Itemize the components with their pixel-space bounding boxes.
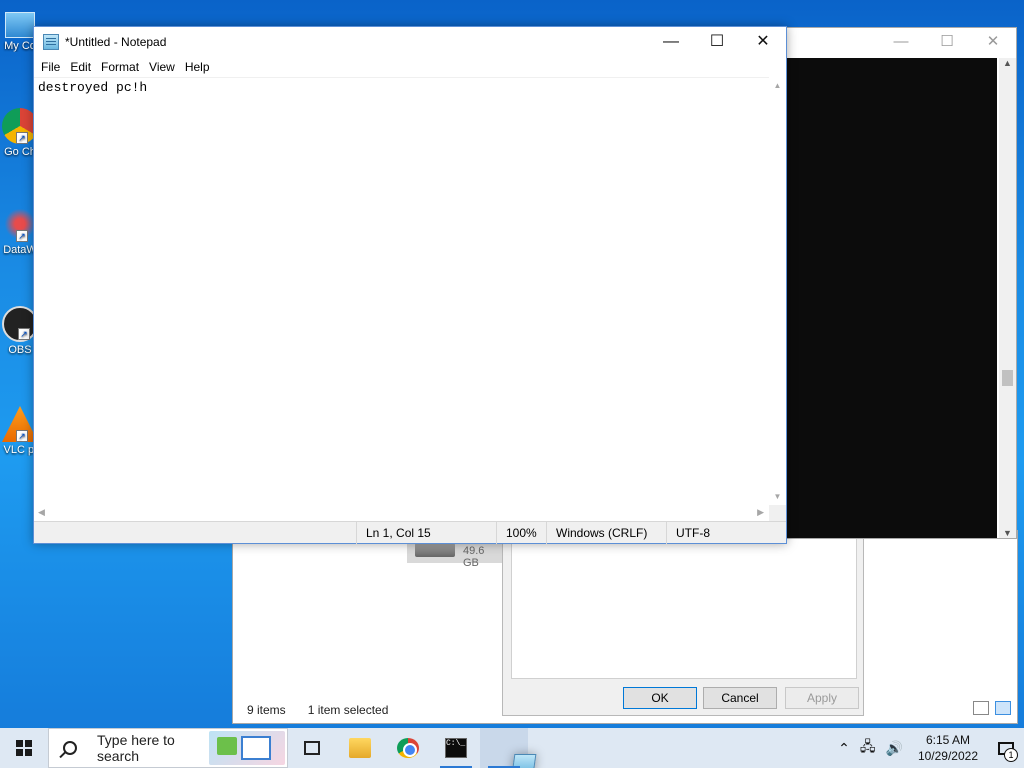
- scroll-left-icon[interactable]: ◀: [38, 507, 45, 518]
- chrome-icon: [397, 738, 419, 758]
- console-scrollbar[interactable]: ▲ ▼: [999, 58, 1016, 538]
- search-highlight-icon[interactable]: [209, 731, 285, 765]
- computer-icon: [5, 12, 35, 38]
- notification-center-button[interactable]: 1: [988, 728, 1024, 768]
- menu-bar: File Edit Format View Help: [34, 57, 786, 77]
- file-explorer-button[interactable]: [336, 728, 384, 768]
- search-icon: [63, 741, 77, 755]
- notepad-icon: [511, 754, 537, 768]
- notepad-window: *Untitled - Notepad — ☐ ✕ File Edit Form…: [33, 26, 787, 544]
- menu-file[interactable]: File: [36, 60, 65, 74]
- shortcut-arrow-icon: ↗: [16, 230, 28, 242]
- scroll-thumb[interactable]: [1002, 370, 1013, 386]
- search-box[interactable]: Type here to search: [48, 728, 288, 768]
- console-window: — ☐ ✕ ▲ ▼: [772, 27, 1017, 539]
- shortcut-arrow-icon: ↗: [16, 132, 28, 144]
- task-view-button[interactable]: [288, 728, 336, 768]
- maximize-icon[interactable]: ☐: [924, 28, 970, 58]
- large-icons-view-icon[interactable]: [995, 701, 1011, 715]
- taskbar: Type here to search C:\_ ⌃ 🖧 🔊 6:15 AM 1…: [0, 728, 1024, 768]
- scrollbar-corner: [769, 505, 786, 522]
- item-count: 9 items: [247, 703, 286, 717]
- selection-count: 1 item selected: [307, 703, 389, 717]
- scroll-down-icon[interactable]: ▼: [769, 492, 786, 501]
- editor-area: [34, 77, 770, 505]
- shortcut-arrow-icon: ↗: [18, 328, 30, 340]
- line-endings: Windows (CRLF): [546, 522, 666, 544]
- notification-count: 1: [1004, 748, 1018, 762]
- menu-format[interactable]: Format: [96, 60, 144, 74]
- console-titlebar: — ☐ ✕: [773, 28, 1016, 58]
- menu-view[interactable]: View: [144, 60, 180, 74]
- maximize-icon[interactable]: ☐: [694, 27, 740, 57]
- zoom-level: 100%: [496, 522, 546, 544]
- scroll-up-icon[interactable]: ▲: [999, 58, 1016, 68]
- properties-content-panel: [511, 537, 857, 679]
- network-icon[interactable]: 🖧: [855, 736, 881, 760]
- window-title: *Untitled - Notepad: [65, 35, 167, 49]
- encoding: UTF-8: [666, 522, 786, 544]
- terminal-icon: C:\_: [445, 738, 467, 758]
- task-view-icon: [304, 741, 320, 755]
- shortcut-arrow-icon: ↗: [16, 430, 28, 442]
- clock[interactable]: 6:15 AM 10/29/2022: [908, 732, 988, 764]
- ok-button[interactable]: OK: [623, 687, 697, 709]
- system-tray: ⌃ 🖧 🔊 6:15 AM 10/29/2022 1: [833, 728, 1024, 768]
- drive-icon: [415, 543, 455, 557]
- windows-logo-icon: [16, 740, 32, 756]
- close-icon[interactable]: ✕: [970, 28, 1016, 58]
- text-editor[interactable]: [34, 78, 770, 505]
- horizontal-scrollbar[interactable]: ◀ ▶: [34, 505, 770, 522]
- search-placeholder: Type here to search: [97, 732, 175, 764]
- console-output[interactable]: [787, 58, 997, 538]
- scroll-up-icon[interactable]: ▲: [769, 81, 786, 90]
- clock-date: 10/29/2022: [917, 749, 978, 763]
- notepad-titlebar[interactable]: *Untitled - Notepad — ☐ ✕: [34, 27, 786, 57]
- details-view-icon[interactable]: [973, 701, 989, 715]
- drive-size: 49.6 GB: [463, 545, 485, 569]
- cancel-button[interactable]: Cancel: [703, 687, 777, 709]
- clock-time: 6:15 AM: [925, 733, 970, 747]
- command-prompt-button[interactable]: C:\_: [432, 728, 480, 768]
- menu-help[interactable]: Help: [180, 60, 215, 74]
- view-toggle: [973, 701, 1011, 715]
- scroll-right-icon[interactable]: ▶: [757, 507, 764, 518]
- menu-edit[interactable]: Edit: [65, 60, 96, 74]
- chevron-up-icon[interactable]: ⌃: [833, 740, 855, 757]
- notepad-taskbar-button[interactable]: [480, 728, 537, 768]
- start-button[interactable]: [0, 728, 48, 768]
- chrome-button[interactable]: [384, 728, 432, 768]
- cursor-position: Ln 1, Col 15: [356, 522, 496, 544]
- properties-dialog: OK Cancel Apply: [502, 530, 864, 716]
- status-bar: Ln 1, Col 15 100% Windows (CRLF) UTF-8: [34, 521, 786, 544]
- folder-icon: [349, 738, 371, 758]
- close-icon[interactable]: ✕: [740, 27, 786, 57]
- vertical-scrollbar[interactable]: ▲ ▼: [769, 77, 786, 505]
- explorer-status-bar: 9 items 1 item selected: [247, 703, 388, 717]
- apply-button[interactable]: Apply: [785, 687, 859, 709]
- minimize-icon[interactable]: —: [878, 28, 924, 58]
- notepad-app-icon: [43, 34, 59, 50]
- minimize-icon[interactable]: —: [648, 27, 694, 57]
- volume-icon[interactable]: 🔊: [881, 740, 908, 757]
- scroll-down-icon[interactable]: ▼: [999, 528, 1016, 538]
